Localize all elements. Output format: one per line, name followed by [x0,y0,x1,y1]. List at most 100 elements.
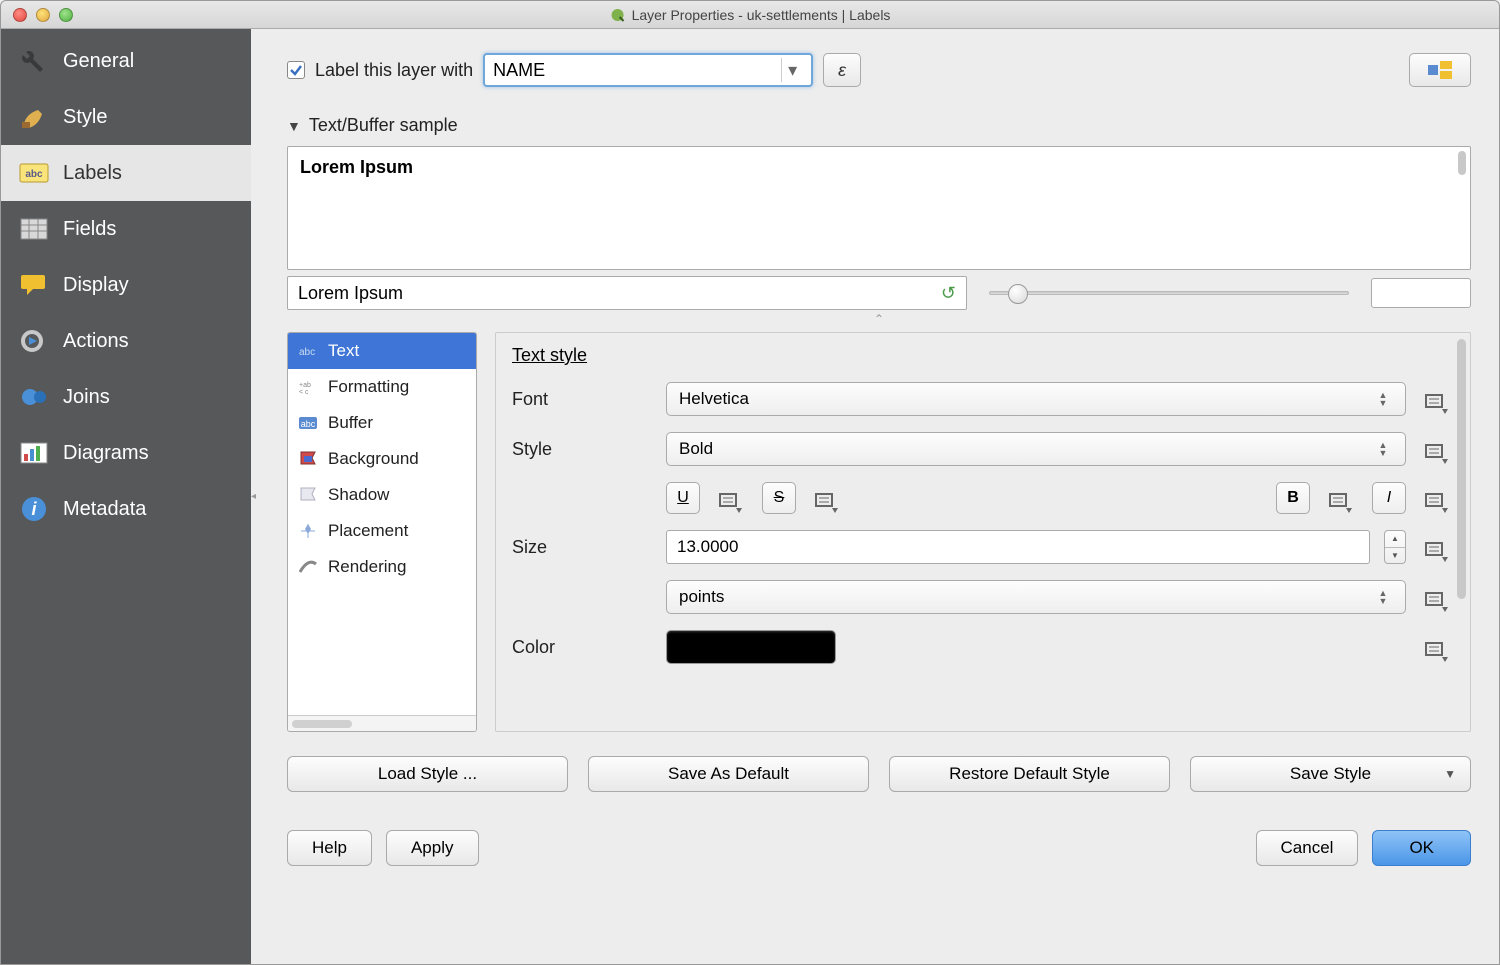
restore-default-button[interactable]: Restore Default Style [889,756,1170,792]
close-window-button[interactable] [13,8,27,22]
preview-size-slider[interactable] [981,291,1357,295]
qgis-icon [610,7,626,23]
tab-buffer[interactable]: abc Buffer [288,405,476,441]
text-style-form: Text style Font Helvetica ▲▼ Style Bold [495,332,1471,732]
ok-button[interactable]: OK [1372,830,1471,866]
svg-text:abc: abc [301,419,316,429]
sample-text-input[interactable]: Lorem Ipsum ↺ [287,276,967,310]
preview-bg-color[interactable] [1371,278,1471,308]
style-select[interactable]: Bold ▲▼ [666,432,1406,466]
label-tabs: abc Text +ab< c Formatting abc Buffer Ba… [287,332,477,732]
text-tab-icon: abc [298,342,318,360]
font-data-defined-button[interactable] [1420,383,1454,415]
label-field-combo[interactable]: NAME ▾ [483,53,813,87]
size-unit-select[interactable]: points ▲▼ [666,580,1406,614]
underline-data-defined-button[interactable] [714,482,748,514]
chevron-down-icon: ▾ [781,58,803,82]
color-label: Color [512,637,652,658]
horizontal-splitter[interactable]: ⌃ [287,312,1471,326]
save-default-button[interactable]: Save As Default [588,756,869,792]
sidebar-item-diagrams[interactable]: Diagrams [1,425,251,481]
tablist-scrollbar[interactable] [288,715,476,731]
color-button[interactable] [666,630,836,664]
tab-placement[interactable]: Placement [288,513,476,549]
strikeout-data-defined-button[interactable] [810,482,844,514]
italic-button[interactable]: I [1372,482,1406,514]
size-label: Size [512,537,652,558]
rendering-tab-icon [298,558,318,576]
style-data-defined-button[interactable] [1420,433,1454,465]
size-stepper[interactable]: ▲▼ [1384,530,1406,564]
tab-rendering[interactable]: Rendering [288,549,476,585]
size-data-defined-button[interactable] [1420,531,1454,563]
minimize-window-button[interactable] [36,8,50,22]
section-title: Text/Buffer sample [309,115,458,136]
sidebar-item-general[interactable]: General [1,33,251,89]
input-value: Lorem Ipsum [298,283,403,304]
sidebar-item-style[interactable]: Style [1,89,251,145]
sidebar-item-metadata[interactable]: i Metadata [1,481,251,537]
tab-shadow[interactable]: Shadow [288,477,476,513]
shadow-tab-icon [298,486,318,504]
sidebar-label: Fields [63,218,116,241]
window-title: Layer Properties - uk-settlements | Labe… [610,7,891,23]
sidebar-label: Metadata [63,498,146,521]
preview-scrollbar[interactable] [1458,151,1466,175]
sidebar-item-display[interactable]: Display [1,257,251,313]
sidebar-label: Labels [63,162,122,185]
window-controls [13,8,73,22]
load-style-button[interactable]: Load Style ... [287,756,568,792]
zoom-window-button[interactable] [59,8,73,22]
chevron-down-icon: ▼ [1444,767,1456,781]
slider-thumb[interactable] [1008,284,1028,304]
font-select[interactable]: Helvetica ▲▼ [666,382,1406,416]
sidebar-item-labels[interactable]: abc Labels [1,145,251,201]
preview-text: Lorem Ipsum [300,157,413,177]
splitter-handle[interactable]: ◂ [251,29,259,964]
sidebar: General Style abc Labels Fields Display … [1,29,251,964]
bold-data-defined-button[interactable] [1324,482,1358,514]
tab-text[interactable]: abc Text [288,333,476,369]
size-input[interactable] [666,530,1370,564]
help-button[interactable]: Help [287,830,372,866]
underline-button[interactable]: U [666,482,700,514]
svg-text:< c: < c [299,389,309,395]
updown-icon: ▲▼ [1373,391,1393,407]
unit-data-defined-button[interactable] [1420,581,1454,613]
cancel-button[interactable]: Cancel [1256,830,1359,866]
updown-icon: ▲▼ [1373,589,1393,605]
sidebar-label: Joins [63,386,110,409]
expression-button[interactable]: ε [823,53,861,87]
color-data-defined-button[interactable] [1420,631,1454,663]
gear-play-icon [19,327,49,355]
titlebar: Layer Properties - uk-settlements | Labe… [1,1,1499,29]
reset-icon[interactable]: ↺ [941,283,956,304]
disclosure-triangle-icon: ▼ [287,118,301,134]
labels-icon: abc [19,159,49,187]
main-panel: Label this layer with NAME ▾ ε ▼ Text/Bu… [259,29,1499,964]
italic-data-defined-button[interactable] [1420,482,1454,514]
tooltip-icon [19,271,49,299]
window: Layer Properties - uk-settlements | Labe… [0,0,1500,965]
sample-preview: Lorem Ipsum [287,146,1471,270]
strikeout-button[interactable]: S [762,482,796,514]
sidebar-item-fields[interactable]: Fields [1,201,251,257]
tab-formatting[interactable]: +ab< c Formatting [288,369,476,405]
background-tab-icon [298,450,318,468]
style-label: Style [512,439,652,460]
label-layer-checkbox[interactable] [287,61,305,79]
tab-background[interactable]: Background [288,441,476,477]
sample-section-header[interactable]: ▼ Text/Buffer sample [287,115,1471,136]
bold-button[interactable]: B [1276,482,1310,514]
save-style-button[interactable]: Save Style▼ [1190,756,1471,792]
sidebar-item-actions[interactable]: Actions [1,313,251,369]
sidebar-label: Style [63,106,107,129]
form-scrollbar[interactable] [1457,339,1466,599]
form-heading: Text style [512,345,1454,366]
apply-button[interactable]: Apply [386,830,479,866]
automated-placement-button[interactable] [1409,53,1471,87]
buffer-tab-icon: abc [298,414,318,432]
sidebar-item-joins[interactable]: Joins [1,369,251,425]
svg-text:+ab: +ab [299,382,311,389]
font-label: Font [512,389,652,410]
